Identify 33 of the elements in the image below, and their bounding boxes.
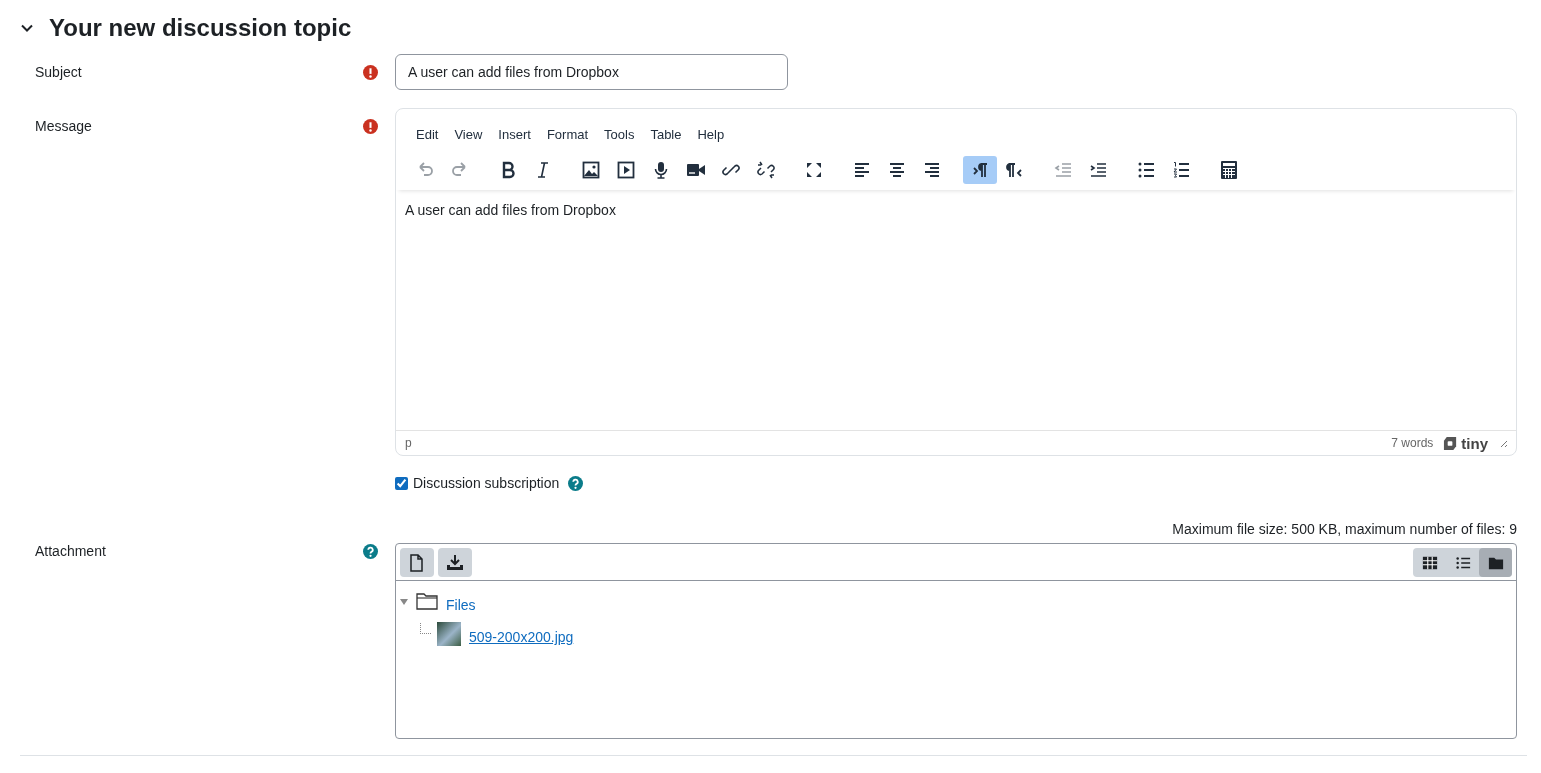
help-icon[interactable] (568, 475, 584, 491)
required-icon (363, 119, 378, 134)
download-icon[interactable] (438, 548, 472, 577)
message-text[interactable]: A user can add files from Dropbox (396, 190, 1516, 430)
menu-item[interactable]: Insert (490, 122, 539, 146)
menu-item[interactable]: Table (642, 122, 690, 146)
section-title: Your new discussion topic (49, 14, 352, 42)
menu-item[interactable]: Help (689, 122, 733, 146)
field-label: Message (35, 118, 92, 134)
folder-link[interactable]: Files (446, 597, 476, 613)
subject-field[interactable]: A user can add files from Dropbox (395, 54, 788, 90)
resize-handle-icon[interactable] (1498, 438, 1508, 448)
element-path[interactable]: p (405, 436, 412, 450)
folder-icon (416, 591, 438, 613)
subscription-checkbox[interactable] (395, 476, 408, 490)
menu-item[interactable]: Tools (596, 122, 643, 146)
field-label: Attachment (35, 543, 106, 559)
photo-placeholder (437, 622, 461, 646)
required-icon (363, 65, 378, 80)
folder-icon[interactable] (1479, 548, 1512, 577)
menu-item[interactable]: Edit (408, 122, 447, 146)
menu-item[interactable]: View (446, 122, 491, 146)
file-link[interactable]: 509-200x200.jpg (469, 629, 574, 645)
menu-item[interactable]: Format (538, 122, 597, 146)
field-label: Subject (35, 64, 82, 80)
brand-logo[interactable]: tiny (1443, 434, 1488, 452)
file-icon[interactable] (400, 548, 434, 577)
expand-triangle-icon[interactable] (400, 598, 408, 606)
word-count[interactable]: 7 words (1391, 436, 1434, 450)
file-limits-text: Maximum file size: 500 KB, maximum number of files: 9 (1171, 520, 1517, 539)
paragraph-ltr-icon[interactable] (963, 156, 997, 184)
help-icon[interactable] (363, 544, 378, 559)
checkbox-label[interactable]: Discussion subscription (413, 475, 560, 491)
